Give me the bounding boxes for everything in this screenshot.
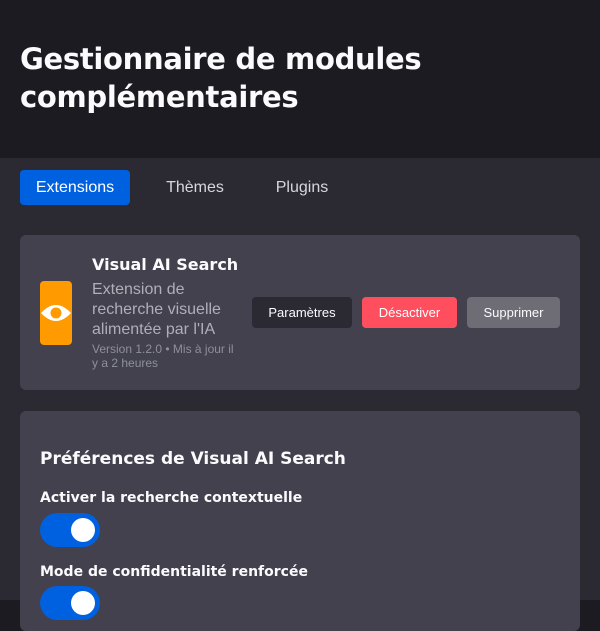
toggle-knob bbox=[71, 591, 95, 615]
header: Gestionnaire de modules complémentaires bbox=[0, 0, 600, 158]
contextual-search-label: Activer la recherche contextuelle bbox=[40, 490, 303, 506]
disable-button[interactable]: Désactiver bbox=[362, 297, 457, 328]
tab-themes[interactable]: Thèmes bbox=[145, 170, 245, 205]
settings-button[interactable]: Paramètres bbox=[252, 297, 352, 328]
preferences-panel: Préférences de Visual AI Search Activer … bbox=[20, 411, 580, 631]
preferences-title: Préférences de Visual AI Search bbox=[40, 449, 346, 469]
eye-icon bbox=[40, 281, 72, 345]
tab-plugins[interactable]: Plugins bbox=[258, 170, 346, 205]
tab-bar: Extensions Thèmes Plugins bbox=[0, 158, 600, 215]
eye-icon-graphic bbox=[41, 305, 71, 321]
privacy-mode-toggle[interactable] bbox=[40, 586, 100, 620]
remove-button[interactable]: Supprimer bbox=[467, 297, 560, 328]
addon-description: Extension de recherche visuelle alimenté… bbox=[92, 281, 221, 338]
privacy-mode-label: Mode de confidentialité renforcée bbox=[40, 564, 308, 580]
addon-card: Visual AI Search Extension de recherche … bbox=[20, 235, 580, 390]
addon-name: Visual AI Search bbox=[92, 255, 239, 274]
toggle-knob bbox=[71, 518, 95, 542]
tab-extensions[interactable]: Extensions bbox=[20, 170, 130, 205]
contextual-search-toggle[interactable] bbox=[40, 513, 100, 547]
page-title: Gestionnaire de modules complémentaires bbox=[20, 42, 422, 114]
addon-meta: Version 1.2.0 • Mis à jour il y a 2 heur… bbox=[92, 342, 234, 370]
main-content: Visual AI Search Extension de recherche … bbox=[0, 215, 600, 631]
